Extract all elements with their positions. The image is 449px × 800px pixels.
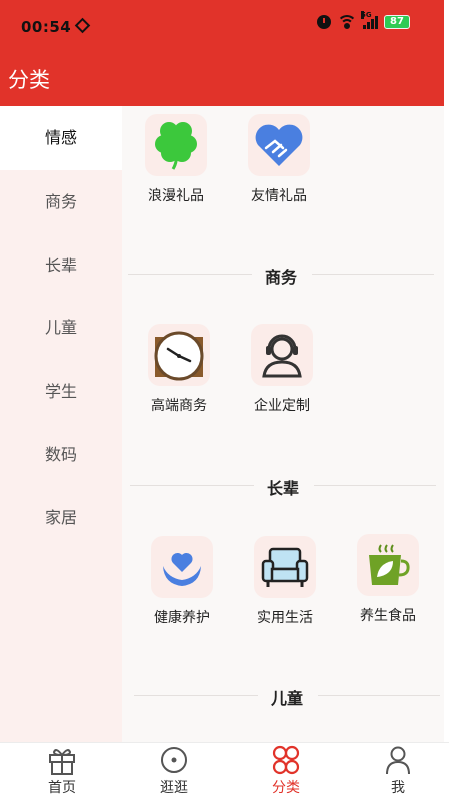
status-time-text: 00:54 [21,18,72,36]
alarm-icon [317,15,331,29]
person-icon [342,743,449,775]
section-children-header: 儿童 [122,685,444,708]
app-header: 00:54 5G 87 分类 [0,0,444,106]
tab-category[interactable]: 分类 [230,743,342,800]
sidebar-item-children[interactable]: 儿童 [0,296,122,360]
bottom-tab-bar: 首页 逛逛 分类 我 [0,742,449,800]
tab-label: 我 [391,780,405,796]
status-time: 00:54 [21,17,91,36]
category-label: 养生食品 [360,608,416,624]
compass-icon [118,743,230,775]
category-health-food[interactable]: 养生食品 [338,534,438,625]
notification-icon [74,17,91,34]
headset-person-icon [251,324,313,386]
category-high-end-business[interactable]: 高端商务 [129,324,229,415]
category-sidebar: 情感 商务 长辈 儿童 学生 数码 家居 [0,106,122,742]
category-content: 浪漫礼品 友情礼品 商务 高端商务 企业定制 长辈 健康养护 实用生活 养生食品… [122,106,444,742]
tab-label: 分类 [272,780,300,796]
category-label: 实用生活 [257,610,313,626]
armchair-icon [254,536,316,598]
status-icons: 5G 87 [317,11,410,29]
category-icon [230,743,342,775]
sidebar-item-business[interactable]: 商务 [0,170,122,234]
sidebar-item-home[interactable]: 家居 [0,486,122,550]
section-elder-header: 长辈 [122,475,444,498]
category-friendship-gift[interactable]: 友情礼品 [229,114,329,205]
battery-icon: 87 [384,15,410,29]
clover-icon [145,114,207,176]
signal-icon: 5G [361,11,378,29]
heart-hands-icon [151,536,213,598]
tab-label: 首页 [48,780,76,796]
leaf-tea-cup-icon [357,534,419,596]
tab-home[interactable]: 首页 [6,743,118,800]
tab-browse[interactable]: 逛逛 [118,743,230,800]
handshake-heart-icon [248,114,310,176]
category-health-care[interactable]: 健康养护 [132,536,232,627]
category-practical-life[interactable]: 实用生活 [235,536,335,627]
section-business-header: 商务 [122,264,444,287]
category-label: 高端商务 [151,398,207,414]
category-label: 健康养护 [154,610,210,626]
category-label: 友情礼品 [251,188,307,204]
section-title: 长辈 [267,479,300,498]
section-title: 商务 [265,268,298,287]
gift-icon [6,743,118,775]
sidebar-item-elder[interactable]: 长辈 [0,234,122,298]
category-label: 浪漫礼品 [148,188,204,204]
page-title: 分类 [8,68,50,92]
category-label: 企业定制 [254,398,310,414]
wifi-icon [337,15,357,29]
sidebar-item-digital[interactable]: 数码 [0,423,122,487]
category-enterprise-custom[interactable]: 企业定制 [232,324,332,415]
category-romantic-gift[interactable]: 浪漫礼品 [126,114,226,205]
wall-clock-icon [148,324,210,386]
sidebar-item-student[interactable]: 学生 [0,360,122,424]
sidebar-item-emotion[interactable]: 情感 [0,106,122,170]
section-title: 儿童 [271,689,304,708]
tab-label: 逛逛 [160,780,188,796]
tab-me[interactable]: 我 [342,743,449,800]
